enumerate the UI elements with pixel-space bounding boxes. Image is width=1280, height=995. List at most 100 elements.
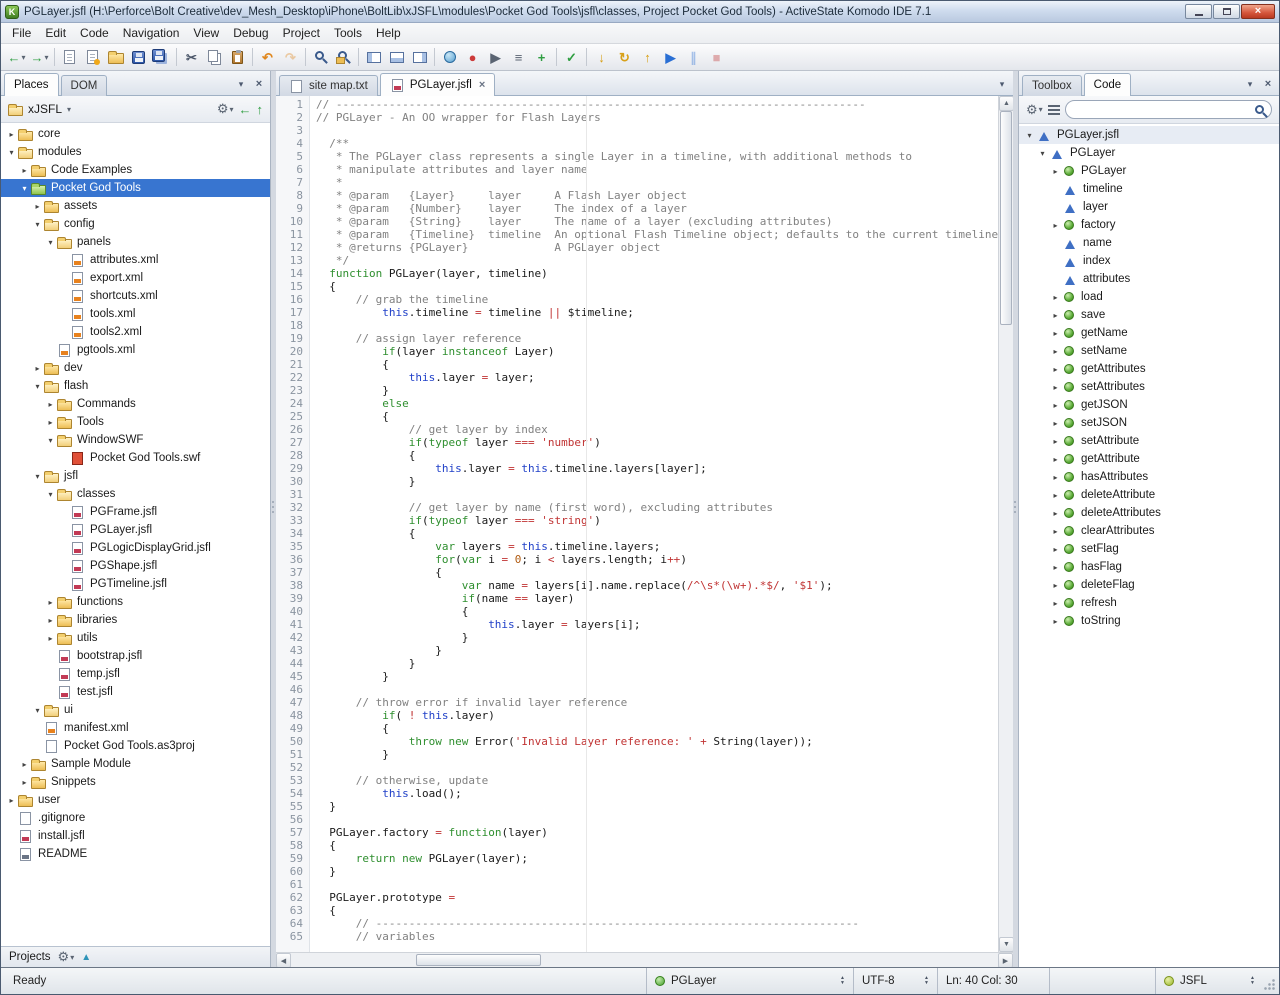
menu-code[interactable]: Code (73, 24, 116, 42)
tree-item-temp-jsfl[interactable]: temp.jsfl (1, 665, 270, 683)
forward-button[interactable]: →▾ (28, 46, 51, 68)
expand-icon[interactable]: ▸ (18, 760, 31, 769)
title-bar[interactable]: K PGLayer.jsfl (H:\Perforce\Bolt Creativ… (1, 1, 1279, 23)
tree-item-readme[interactable]: README (1, 845, 270, 863)
code-item-setjson[interactable]: ▸setJSON (1019, 414, 1279, 432)
code-filter-input[interactable] (1073, 104, 1251, 116)
menu-edit[interactable]: Edit (38, 24, 73, 42)
tree-item-tools2-xml[interactable]: tools2.xml (1, 323, 270, 341)
tree-item-pglayer-jsfl[interactable]: PGLayer.jsfl (1, 521, 270, 539)
step-in-button[interactable]: ↓ (590, 46, 613, 68)
left-splitter[interactable] (271, 71, 276, 967)
tree-item-ui[interactable]: ▾ui (1, 701, 270, 719)
code-item-layer[interactable]: layer (1019, 198, 1279, 216)
collapse-icon[interactable]: ▾ (18, 184, 31, 193)
go-button[interactable]: ▶ (659, 46, 682, 68)
collapse-icon[interactable]: ▾ (44, 436, 57, 445)
tree-item-windowswf[interactable]: ▾WindowSWF (1, 431, 270, 449)
find-in-files-button[interactable] (332, 46, 355, 68)
tree-item-test-jsfl[interactable]: test.jsfl (1, 683, 270, 701)
code-item-pglayer[interactable]: ▾PGLayer (1019, 144, 1279, 162)
tree-item-panels[interactable]: ▾panels (1, 233, 270, 251)
editor-horizontal-scrollbar[interactable]: ◀ ▶ (276, 952, 1013, 967)
collapse-icon[interactable]: ▾ (31, 382, 44, 391)
toggle-right-pane-button[interactable] (408, 46, 431, 68)
copy-button[interactable] (203, 46, 226, 68)
code-editor[interactable]: // -------------------------------------… (310, 96, 998, 952)
code-item-pglayer[interactable]: ▸PGLayer (1019, 162, 1279, 180)
expand-icon[interactable]: ▸ (18, 166, 31, 175)
vscroll-track[interactable] (999, 111, 1013, 937)
tree-item-pocket-god-tools[interactable]: ▾Pocket God Tools (1, 179, 270, 197)
right-pane-menu-icon[interactable]: ▾ (1242, 76, 1258, 92)
code-item-setattributes[interactable]: ▸setAttributes (1019, 378, 1279, 396)
collapse-icon[interactable]: ▾ (31, 472, 44, 481)
expand-icon[interactable]: ▸ (44, 418, 57, 427)
expand-icon[interactable]: ▸ (1049, 401, 1062, 410)
collapse-icon[interactable]: ▾ (1036, 149, 1049, 158)
code-item-clearattributes[interactable]: ▸clearAttributes (1019, 522, 1279, 540)
code-item-getname[interactable]: ▸getName (1019, 324, 1279, 342)
places-up-button[interactable]: ↑ (257, 102, 264, 117)
tree-item-config[interactable]: ▾config (1, 215, 270, 233)
tree-item-pgtools-xml[interactable]: pgtools.xml (1, 341, 270, 359)
stop-button[interactable]: ■ (705, 46, 728, 68)
scroll-left-icon[interactable]: ◀ (276, 953, 291, 968)
expand-icon[interactable]: ▸ (1049, 491, 1062, 500)
tab-dom[interactable]: DOM (61, 75, 108, 96)
code-item-tostring[interactable]: ▸toString (1019, 612, 1279, 630)
collapse-icon[interactable]: ▾ (31, 220, 44, 229)
save-all-button[interactable] (150, 46, 173, 68)
tree-item-libraries[interactable]: ▸libraries (1, 611, 270, 629)
expand-icon[interactable]: ▸ (1049, 329, 1062, 338)
tree-item-pocket-god-tools-as3proj[interactable]: Pocket God Tools.as3proj (1, 737, 270, 755)
tab-list-icon[interactable]: ▾ (994, 76, 1010, 92)
expand-icon[interactable]: ▸ (1049, 473, 1062, 482)
code-item-pglayer-jsfl[interactable]: ▾PGLayer.jsfl (1019, 126, 1279, 144)
tree-item-dev[interactable]: ▸dev (1, 359, 270, 377)
code-browser-settings-button[interactable]: ⚙▾ (1026, 102, 1043, 118)
expand-icon[interactable]: ▸ (1049, 563, 1062, 572)
code-item-attributes[interactable]: attributes (1019, 270, 1279, 288)
tree-item-gitignore[interactable]: .gitignore (1, 809, 270, 827)
tree-item-jsfl[interactable]: ▾jsfl (1, 467, 270, 485)
tree-item-pgtimeline-jsfl[interactable]: PGTimeline.jsfl (1, 575, 270, 593)
expand-icon[interactable]: ▸ (1049, 617, 1062, 626)
code-item-hasflag[interactable]: ▸hasFlag (1019, 558, 1279, 576)
tab-toolbox[interactable]: Toolbox (1022, 75, 1082, 96)
record-macro-button[interactable]: ● (461, 46, 484, 68)
find-button[interactable] (309, 46, 332, 68)
expand-icon[interactable]: ▸ (1049, 419, 1062, 428)
code-item-getjson[interactable]: ▸getJSON (1019, 396, 1279, 414)
cut-button[interactable]: ✂ (180, 46, 203, 68)
projects-pane-header[interactable]: Projects ⚙▾ ▲ (1, 946, 270, 967)
expand-icon[interactable]: ▸ (44, 598, 57, 607)
menu-debug[interactable]: Debug (226, 24, 275, 42)
expand-icon[interactable]: ▸ (1049, 599, 1062, 608)
tree-item-snippets[interactable]: ▸Snippets (1, 773, 270, 791)
redo-button[interactable]: ↷ (279, 46, 302, 68)
tab-code[interactable]: Code (1084, 73, 1132, 96)
tree-item-manifest-xml[interactable]: manifest.xml (1, 719, 270, 737)
places-settings-button[interactable]: ⚙▾ (217, 101, 234, 117)
tree-item-tools-xml[interactable]: tools.xml (1, 305, 270, 323)
collapse-icon[interactable]: ▾ (1023, 131, 1036, 140)
projects-settings-button[interactable]: ⚙▾ (58, 949, 75, 965)
tree-item-attributes-xml[interactable]: attributes.xml (1, 251, 270, 269)
left-pane-menu-icon[interactable]: ▾ (233, 76, 249, 92)
code-item-hasattributes[interactable]: ▸hasAttributes (1019, 468, 1279, 486)
expand-icon[interactable]: ▸ (1049, 455, 1062, 464)
step-over-button[interactable]: ↻ (613, 46, 636, 68)
sort-icon[interactable] (1048, 104, 1060, 115)
open-button[interactable] (104, 46, 127, 68)
code-item-factory[interactable]: ▸factory (1019, 216, 1279, 234)
code-item-timeline[interactable]: timeline (1019, 180, 1279, 198)
tree-item-shortcuts-xml[interactable]: shortcuts.xml (1, 287, 270, 305)
status-section-language[interactable]: JSFL ▲▼ (1155, 968, 1263, 994)
right-splitter[interactable] (1013, 71, 1018, 967)
new-file-button[interactable] (58, 46, 81, 68)
tree-item-core[interactable]: ▸core (1, 125, 270, 143)
tree-item-modules[interactable]: ▾modules (1, 143, 270, 161)
undo-button[interactable]: ↶ (256, 46, 279, 68)
expand-icon[interactable]: ▸ (1049, 545, 1062, 554)
